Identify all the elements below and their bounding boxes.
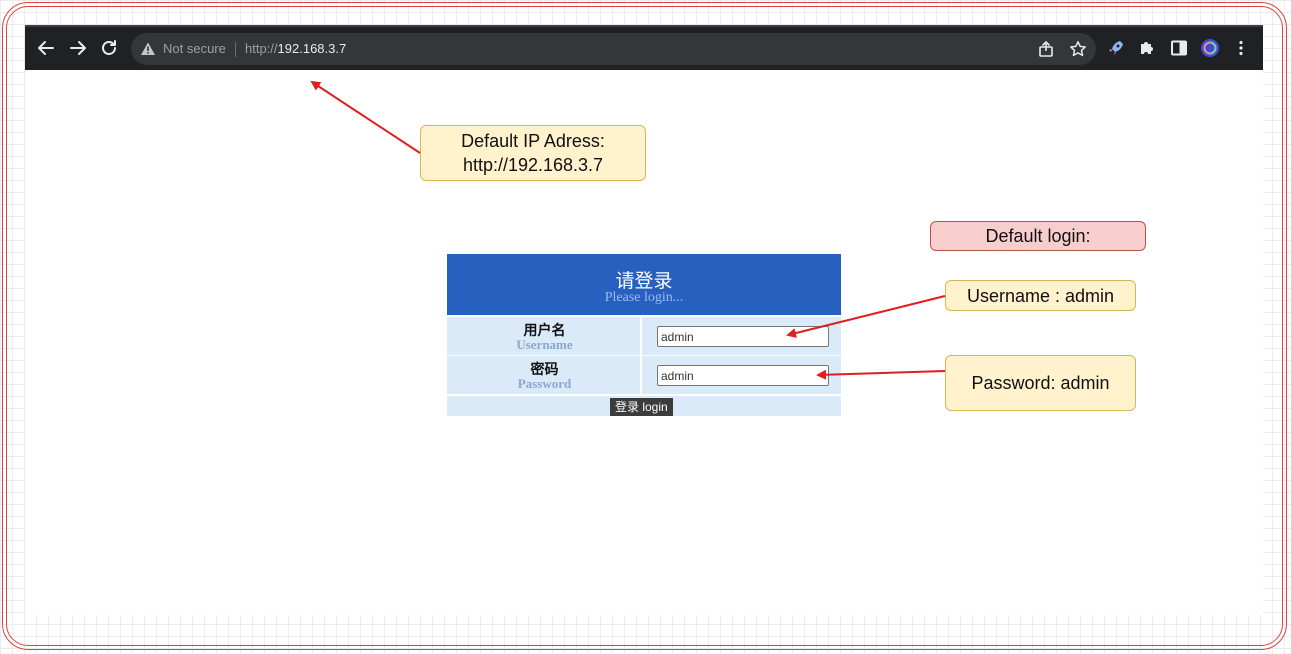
username-callout: Username : admin [945, 280, 1136, 311]
browser-toolbar: Not secure http://192.168.3.7 [25, 25, 1263, 70]
password-label-cell: 密码 Password [447, 356, 642, 394]
password-input[interactable] [657, 365, 829, 386]
username-row: 用户名 Username [447, 317, 841, 355]
username-label-english: Username [516, 337, 573, 352]
url-scheme: http:// [245, 41, 278, 56]
side-panel-icon[interactable] [1169, 38, 1189, 58]
reload-icon[interactable] [98, 37, 120, 59]
password-callout-text: Password: admin [971, 373, 1110, 393]
login-form: 请登录 Please login... 用户名 Username 密码 Pass… [447, 254, 841, 416]
address-bar-divider [235, 42, 236, 57]
kebab-menu-icon[interactable] [1231, 38, 1251, 58]
login-subtitle: Please login... [604, 290, 684, 305]
login-footer: 登录 login [447, 396, 841, 416]
address-bar[interactable]: Not secure http://192.168.3.7 [131, 33, 1096, 65]
login-header: 请登录 Please login... [447, 254, 841, 315]
password-row: 密码 Password [447, 356, 841, 394]
security-status-label[interactable]: Not secure [163, 41, 226, 56]
warning-triangle-icon[interactable] [140, 41, 156, 57]
puzzle-icon[interactable] [1137, 38, 1157, 58]
username-callout-text: Username : admin [966, 285, 1115, 306]
share-icon[interactable] [1037, 40, 1055, 58]
default-login-callout: Default login: [930, 221, 1146, 251]
password-label-english: Password [517, 376, 572, 391]
password-callout: Password: admin [945, 355, 1136, 411]
username-input[interactable] [657, 326, 829, 347]
default-ip-callout: Default IP Adress: http://192.168.3.7 [420, 125, 646, 181]
login-button[interactable]: 登录 login [610, 398, 673, 416]
rocket-extension-icon[interactable] [1106, 38, 1126, 58]
default-login-callout-text: Default login: [985, 226, 1091, 246]
back-arrow-icon[interactable] [35, 37, 57, 59]
forward-arrow-icon[interactable] [67, 37, 89, 59]
profile-avatar-icon[interactable] [1200, 38, 1220, 58]
username-label-cell: 用户名 Username [447, 317, 642, 355]
default-ip-callout-text: Default IP Adress: http://192.168.3.7 [461, 131, 605, 175]
login-title: 请登录 [615, 271, 673, 292]
star-icon[interactable] [1069, 40, 1087, 58]
url-host: 192.168.3.7 [277, 41, 347, 56]
url-text[interactable]: http://192.168.3.7 [245, 41, 346, 56]
